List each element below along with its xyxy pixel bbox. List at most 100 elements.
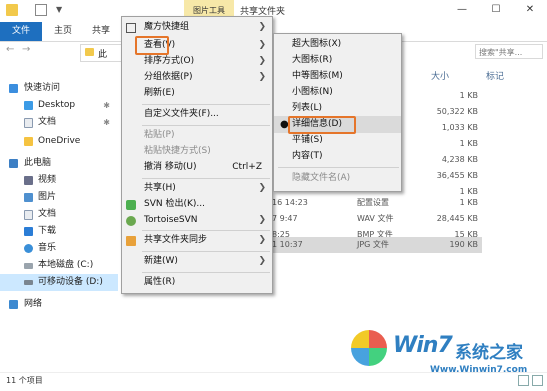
forward-icon[interactable]: → — [22, 44, 30, 55]
folder-icon — [85, 48, 94, 56]
nav-item-music[interactable]: 音乐 — [0, 240, 118, 257]
menu-item-mofang[interactable]: 魔方快捷组 ❯ — [122, 19, 272, 36]
search-input[interactable]: 搜索"共享... — [475, 44, 543, 59]
watermark-brand: Win7 — [393, 333, 453, 358]
watermark-brand-cn: 系统之家 — [455, 343, 523, 363]
nav-item-this-pc[interactable]: 此电脑 — [0, 155, 118, 172]
properties-icon[interactable] — [35, 4, 47, 16]
menu-item-paste-shortcut: 粘贴快捷方式(S) — [144, 146, 211, 156]
menu-item-extra-large-icons[interactable]: 超大图标(X) — [274, 36, 401, 53]
address-path: 此 — [98, 50, 108, 60]
cloud-icon — [24, 137, 33, 146]
menu-item-small-icons[interactable]: 小图标(N) — [274, 84, 401, 101]
quick-access-dropdown-icon[interactable]: ▼ — [56, 5, 62, 14]
network-icon — [9, 300, 18, 309]
table-row[interactable]: 1 10:37 JPG 文件 190 KB — [272, 237, 482, 253]
music-icon — [24, 244, 33, 253]
pictures-icon — [24, 193, 33, 202]
nav-item-drive-c[interactable]: 本地磁盘 (C:) — [0, 257, 118, 274]
nav-item-downloads[interactable]: 下载 — [0, 223, 118, 240]
chevron-right-icon: ❯ — [258, 256, 266, 266]
grid-icon — [126, 23, 136, 33]
svn-checkout-icon — [126, 200, 136, 210]
menu-item-content[interactable]: 内容(T) — [274, 148, 401, 165]
tab-share[interactable]: 共享 — [92, 22, 110, 41]
nav-item-drive-d[interactable]: 可移动设备 (D:) — [0, 274, 118, 291]
nav-item-desktop[interactable]: Desktop ✱ — [0, 97, 118, 114]
menu-item-tiles[interactable]: 平铺(S) — [274, 132, 401, 149]
nav-item-videos[interactable]: 视频 — [0, 172, 118, 189]
chevron-right-icon: ❯ — [258, 235, 266, 245]
menu-item-sort[interactable]: 排序方式(O) ❯ — [122, 53, 272, 70]
menu-item-group[interactable]: 分组依据(P) ❯ — [122, 69, 272, 86]
folder-icon[interactable] — [6, 4, 18, 16]
removable-drive-icon — [24, 280, 33, 285]
chevron-right-icon: ❯ — [258, 183, 266, 193]
context-menu: 魔方快捷组 ❯ 查看(V) ❯ 排序方式(O) ❯ 分组依据(P) ❯ 刷新(E) 自定… — [121, 16, 273, 294]
nav-item-quick-access[interactable]: 快速访问 — [0, 80, 118, 97]
menu-separator — [142, 251, 270, 252]
menu-item-svn-checkout[interactable]: SVN 检出(K)... — [122, 196, 272, 213]
large-icons-view-icon[interactable] — [532, 375, 543, 386]
back-icon[interactable]: ← — [6, 44, 14, 55]
column-header-size[interactable]: 大小 — [431, 70, 449, 84]
chevron-right-icon: ❯ — [258, 22, 266, 32]
menu-item-undo[interactable]: 撤消 移动(U) Ctrl+Z — [122, 159, 272, 176]
menu-separator — [142, 178, 270, 179]
video-icon — [24, 176, 33, 185]
menu-separator — [142, 125, 270, 126]
explorer-window: ▼ 图片工具 共享文件夹 — ☐ ✕ 文件 主页 共享 ← → 此 搜索"共享.… — [0, 0, 547, 391]
menu-item-properties[interactable]: 属性(R) — [122, 274, 272, 291]
menu-item-hide-filenames: 隐藏文件名(A) — [292, 173, 351, 183]
menu-item-list[interactable]: 列表(L) — [274, 100, 401, 117]
pin-icon[interactable]: ✱ — [103, 97, 110, 114]
menu-separator — [142, 230, 270, 231]
item-count: 11 个项目 — [6, 376, 43, 385]
menu-separator — [142, 272, 270, 273]
menu-item-share[interactable]: 共享(H) ❯ — [122, 180, 272, 197]
star-icon — [9, 84, 18, 93]
table-row[interactable]: 16 14:23 配置设置 1 KB — [272, 195, 482, 211]
document-icon — [24, 118, 33, 128]
nav-item-documents-pinned[interactable]: 文档 ✱ — [0, 114, 118, 131]
details-view-icon[interactable] — [518, 375, 529, 386]
windows-logo-icon — [351, 330, 387, 366]
chevron-right-icon: ❯ — [258, 40, 266, 50]
tab-home[interactable]: 主页 — [54, 22, 72, 41]
table-row[interactable]: 7 9:47 WAV 文件 28,445 KB — [272, 211, 482, 227]
column-header-tags[interactable]: 标记 — [486, 70, 504, 84]
tortoisesvn-icon — [126, 216, 136, 226]
nav-item-documents[interactable]: 文档 — [0, 206, 118, 223]
navigation-pane: 快速访问 Desktop ✱ 文档 ✱ OneDrive 此电脑 视频 图片 文… — [0, 66, 118, 372]
minimize-button[interactable]: — — [445, 0, 479, 22]
view-submenu: 超大图标(X) 大图标(R) 中等图标(M) 小图标(N) 列表(L) ● 详细… — [273, 33, 402, 192]
desktop-icon — [24, 101, 33, 110]
menu-item-large-icons[interactable]: 大图标(R) — [274, 52, 401, 69]
menu-separator — [142, 104, 270, 105]
nav-item-pictures[interactable]: 图片 — [0, 189, 118, 206]
chevron-right-icon: ❯ — [258, 215, 266, 225]
address-bar[interactable]: 此 — [80, 44, 127, 62]
computer-icon — [9, 159, 18, 168]
close-button[interactable]: ✕ — [513, 0, 547, 22]
menu-item-medium-icons[interactable]: 中等图标(M) — [274, 68, 401, 85]
menu-item-customize[interactable]: 自定义文件夹(F)... — [122, 106, 272, 123]
chevron-right-icon: ❯ — [258, 56, 266, 66]
menu-item-share-sync[interactable]: 共享文件夹同步 ❯ — [122, 232, 272, 249]
menu-separator — [278, 167, 399, 168]
highlight-box — [135, 36, 169, 55]
tab-file[interactable]: 文件 — [0, 22, 42, 41]
menu-item-tortoisesvn[interactable]: TortoiseSVN ❯ — [122, 212, 272, 229]
watermark-url: Www.Winwin7.com — [430, 365, 528, 375]
menu-item-paste: 粘贴(P) — [144, 130, 175, 140]
menu-item-new[interactable]: 新建(W) ❯ — [122, 253, 272, 270]
nav-item-onedrive[interactable]: OneDrive — [0, 133, 118, 150]
sync-icon — [126, 236, 136, 246]
nav-item-network[interactable]: 网络 — [0, 296, 118, 313]
pin-icon[interactable]: ✱ — [103, 114, 110, 131]
drive-icon — [24, 263, 33, 269]
chevron-right-icon: ❯ — [258, 72, 266, 82]
menu-item-refresh[interactable]: 刷新(E) — [122, 85, 272, 102]
maximize-button[interactable]: ☐ — [479, 0, 513, 22]
shortcut-label: Ctrl+Z — [232, 162, 262, 172]
